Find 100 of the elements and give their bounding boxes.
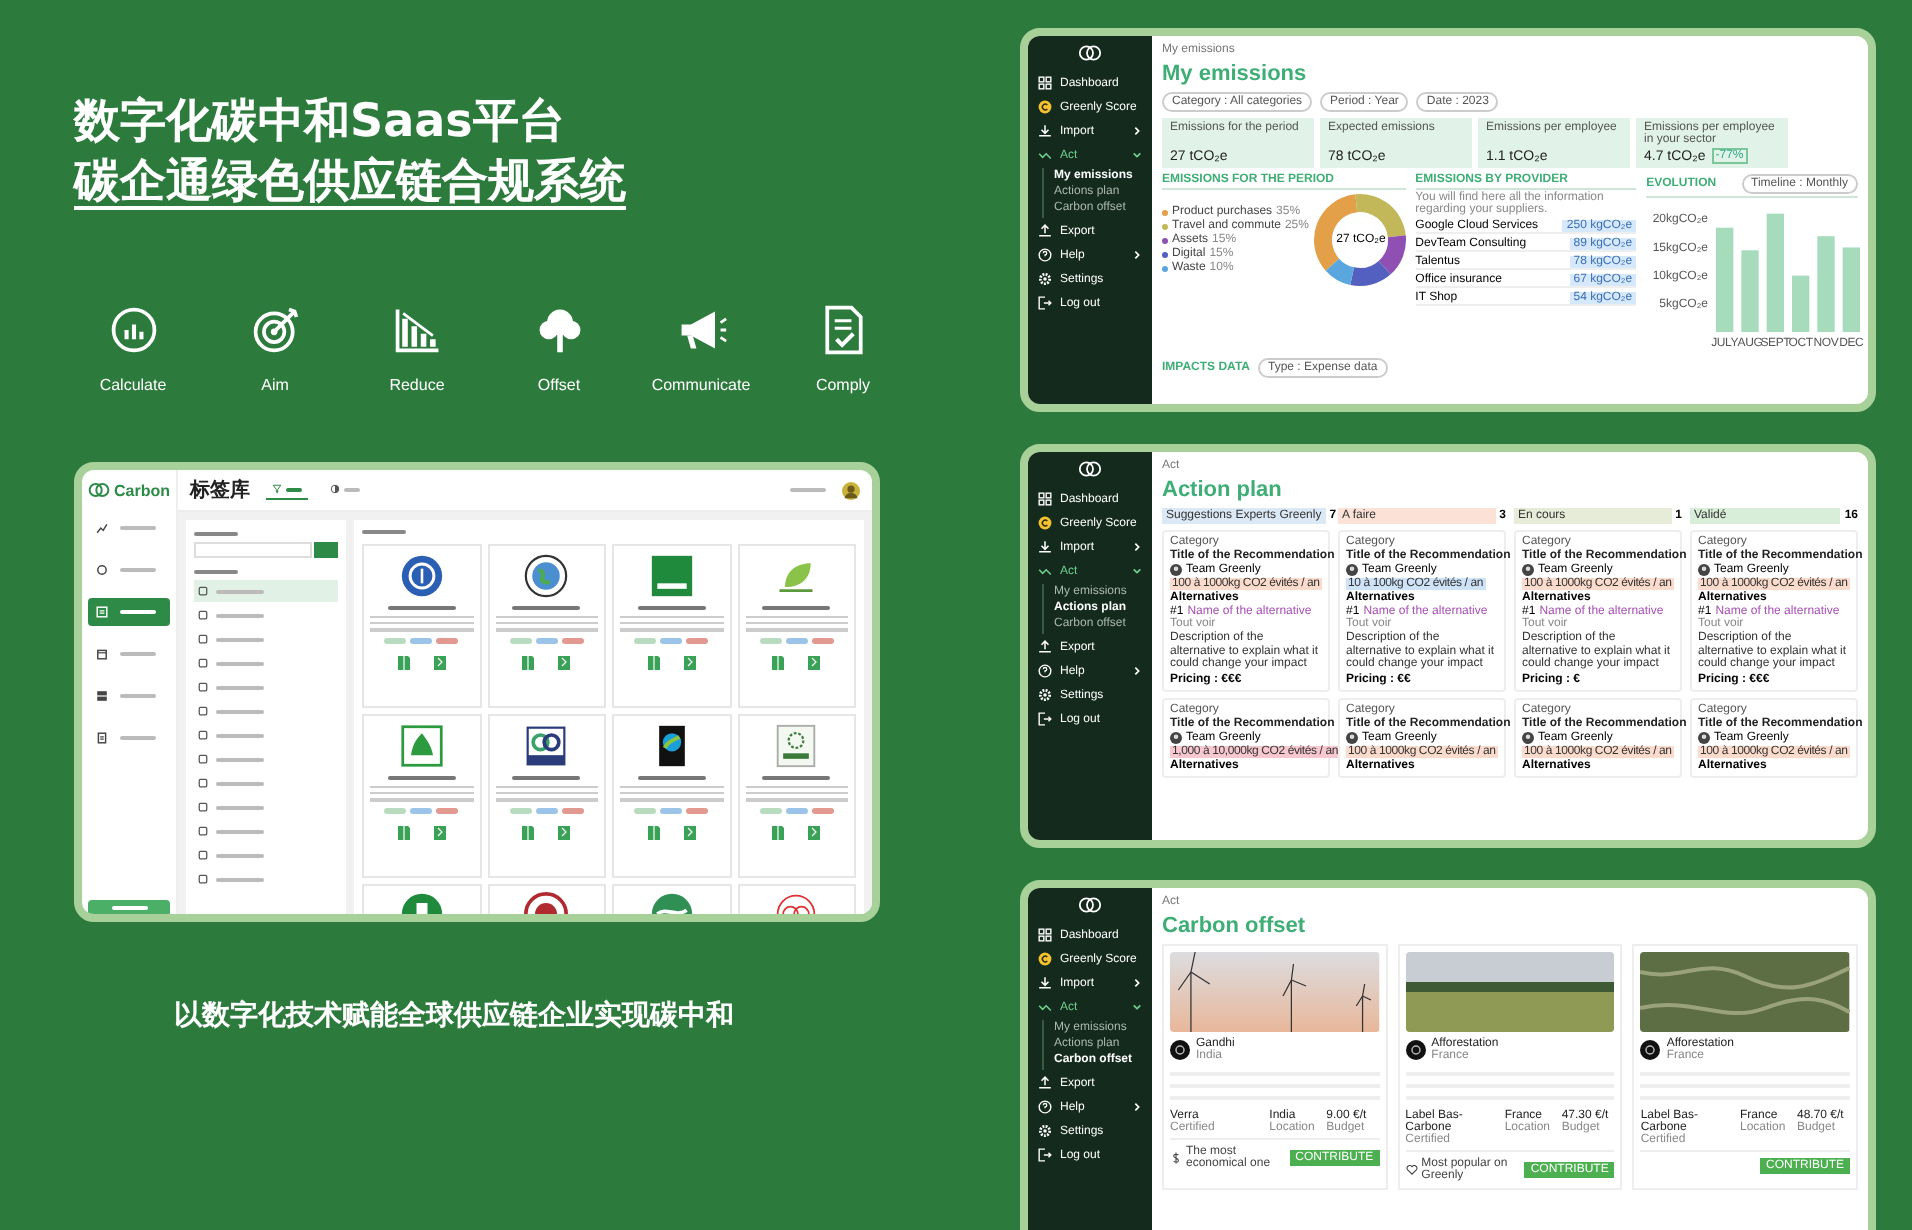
grid-icon — [1038, 492, 1052, 506]
logout-icon — [1038, 1148, 1052, 1162]
compare-icon[interactable] — [556, 824, 573, 841]
upload-icon — [1038, 224, 1052, 238]
document-icon[interactable] — [645, 824, 662, 841]
search-field[interactable] — [194, 542, 312, 558]
nav-item[interactable] — [88, 598, 170, 626]
compare-icon[interactable] — [681, 824, 698, 841]
recommendation-card[interactable] — [1162, 530, 1330, 692]
category-icon — [198, 682, 208, 692]
label-card[interactable] — [612, 714, 731, 878]
text-placeholder-lines — [495, 616, 598, 632]
logo-icon — [1078, 460, 1102, 478]
avatar-icon — [1698, 564, 1710, 576]
tag-pill — [785, 807, 808, 815]
compare-icon[interactable] — [431, 824, 448, 841]
tag-pill — [509, 637, 532, 645]
tag-pill — [634, 637, 657, 645]
filter-icon — [272, 484, 282, 494]
category-item[interactable] — [194, 580, 338, 602]
logo-icon — [1078, 44, 1102, 62]
tag-pill — [759, 807, 782, 815]
recommendation-card[interactable] — [1690, 530, 1858, 692]
grid-icon — [1038, 76, 1052, 90]
document-icon[interactable] — [395, 654, 412, 671]
project-logo-icon — [1640, 1040, 1661, 1060]
category-icon — [198, 778, 208, 788]
gauge-icon — [107, 304, 159, 356]
nav-icon — [96, 732, 108, 744]
avatar-icon[interactable] — [842, 481, 860, 499]
subheadline: 碳企通绿色供应链合规系统 — [74, 154, 626, 212]
compare-icon[interactable] — [681, 654, 698, 671]
avatar-icon — [1170, 731, 1182, 744]
square-logo-icon — [649, 554, 694, 598]
help-icon — [1038, 664, 1052, 678]
trend-line-icon — [1038, 148, 1052, 162]
decreasing-chart-icon — [391, 304, 443, 356]
flower-logo-icon — [774, 724, 819, 768]
document-icon[interactable] — [645, 654, 662, 671]
avatar-icon — [1346, 731, 1358, 744]
recommendation-card[interactable] — [1338, 530, 1506, 692]
feature-label: Communicate — [651, 376, 751, 394]
label-card[interactable] — [362, 544, 481, 708]
compare-icon[interactable] — [556, 654, 573, 671]
document-icon[interactable] — [395, 824, 412, 841]
recommendation-card[interactable] — [1514, 530, 1682, 692]
tag-pill — [436, 807, 459, 815]
compare-icon[interactable] — [806, 824, 823, 841]
compare-icon[interactable] — [806, 654, 823, 671]
globe-logo-icon — [524, 554, 569, 598]
label-card[interactable] — [487, 884, 606, 914]
nav-icon — [96, 690, 108, 702]
seal-logo-icon — [399, 554, 444, 598]
category-icon — [198, 610, 208, 620]
headline: 数字化碳中和Saas平台 — [74, 94, 565, 152]
tag-pill — [535, 637, 558, 645]
document-icon[interactable] — [520, 654, 537, 671]
text-placeholder-lines — [745, 616, 848, 632]
feature-label: Offset — [537, 376, 581, 394]
avatar-icon — [1522, 564, 1534, 576]
document-icon[interactable] — [770, 654, 787, 671]
tag-pill — [509, 807, 532, 815]
text-placeholder-lines — [370, 786, 473, 802]
leaf-logo-icon — [399, 724, 444, 768]
bar — [1842, 247, 1861, 332]
bar — [1817, 236, 1835, 332]
avatar-icon — [1346, 564, 1358, 576]
label-card[interactable] — [487, 714, 606, 878]
compare-icon[interactable] — [431, 654, 448, 671]
avatar-icon — [1170, 564, 1182, 576]
tag-pill — [384, 637, 407, 645]
category-icon — [198, 754, 208, 764]
project-logo-icon — [1405, 1040, 1426, 1060]
category-icon — [198, 658, 208, 668]
tag-pill — [686, 637, 709, 645]
trend-line-icon — [1038, 564, 1052, 578]
nav-icon — [96, 648, 108, 660]
document-icon[interactable] — [520, 824, 537, 841]
page-title: Action plan — [1162, 478, 1282, 502]
tag-pill — [384, 807, 407, 815]
help-icon — [1038, 1100, 1052, 1114]
target-icon — [249, 304, 301, 356]
nav-icon — [96, 606, 108, 618]
heart-icon — [1405, 1164, 1418, 1176]
logo-icon — [1078, 896, 1102, 914]
text-placeholder-lines — [620, 786, 723, 802]
score-badge-icon — [1038, 952, 1052, 966]
help-button[interactable] — [88, 900, 170, 914]
category-icon — [198, 634, 208, 644]
tag-pill — [759, 637, 782, 645]
text-placeholder-lines — [495, 786, 598, 802]
upload-icon — [1038, 640, 1052, 654]
feature-label: Calculate — [99, 376, 167, 394]
feature-label: Aim — [261, 376, 289, 394]
tab[interactable] — [266, 480, 308, 500]
tagline: 以数字化技术赋能全球供应链企业实现碳中和 — [174, 998, 734, 1034]
logo-icon — [88, 480, 110, 500]
tag-pill — [811, 807, 834, 815]
bar — [1716, 227, 1734, 332]
document-icon[interactable] — [770, 824, 787, 841]
